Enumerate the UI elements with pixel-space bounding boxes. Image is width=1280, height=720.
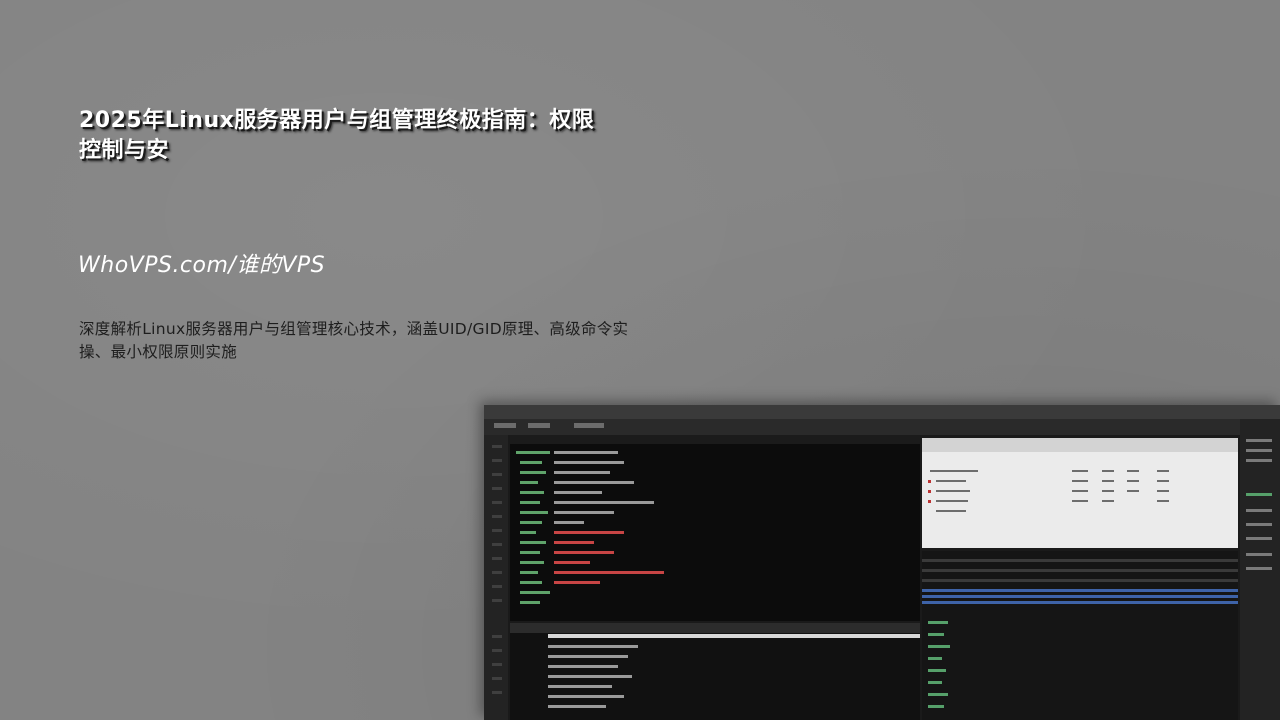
site-name: WhoVPS.com/谁的VPS	[78, 253, 326, 278]
monitor-toolbar	[484, 419, 1280, 435]
table-window	[922, 438, 1238, 548]
monitor-title-bar	[484, 405, 1280, 419]
page-description: 深度解析Linux服务器用户与组管理核心技术，涵盖UID/GID原理、高级命令实…	[79, 320, 629, 361]
page-title: 2025年Linux服务器用户与组管理终极指南：权限控制与安	[79, 108, 595, 163]
output-pane	[510, 623, 920, 720]
log-pane	[922, 551, 1238, 720]
terminal-pane	[510, 435, 920, 621]
monitor-screenshot-image	[484, 405, 1280, 720]
right-sidebar	[1240, 419, 1280, 720]
editor-activity-bar	[484, 435, 508, 720]
